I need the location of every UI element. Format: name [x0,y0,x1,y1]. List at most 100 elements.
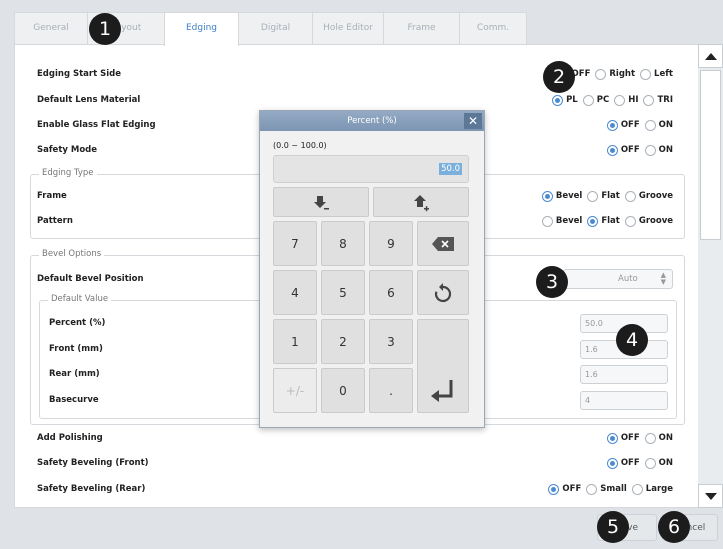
key-1[interactable]: 1 [273,319,317,364]
safety-mode-label: Safety Mode [37,145,98,155]
radio-icon [541,215,553,227]
scroll-down-button[interactable] [698,484,723,508]
radio-icon [595,68,607,80]
key-8[interactable]: 8 [321,221,365,266]
dialog-value-input[interactable]: 50.0 [273,155,469,183]
rear-field[interactable]: 1.6 [580,364,668,384]
arrow-down-minus-icon [314,196,329,210]
lens-material-pc[interactable]: PC [582,94,609,106]
safety-mode-on[interactable]: ON [644,144,673,156]
scroll-thumb[interactable] [700,70,721,240]
glass-flat-edging-label: Enable Glass Flat Edging [37,120,156,130]
arrow-up-icon [705,53,717,60]
rear-label: Rear (mm) [49,369,100,379]
safety-beveling-front-label: Safety Beveling (Front) [37,458,149,468]
radio-icon [548,483,560,495]
safety-beveling-front-off[interactable]: OFF [606,457,640,469]
key-3[interactable]: 3 [369,319,413,364]
glass-flat-edging-on[interactable]: ON [644,119,673,131]
radio-icon [586,483,598,495]
tab-comm-port[interactable]: Comm. Port [459,12,527,64]
front-label: Front (mm) [49,344,103,354]
tab-general[interactable]: General [14,12,88,45]
vertical-scrollbar[interactable] [698,44,723,508]
edging-start-side-row: Edging Start Side OFF Right Left [37,64,673,84]
basecurve-label: Basecurve [49,395,99,405]
radio-icon [614,94,626,106]
enter-button[interactable] [417,319,469,413]
increment-button[interactable] [373,187,469,217]
pattern-flat[interactable]: Flat [587,215,620,227]
key-4[interactable]: 4 [273,270,317,315]
marker-2: 2 [543,61,575,93]
frame-bevel[interactable]: Bevel [541,190,582,202]
percent-label: Percent (%) [49,318,106,328]
safety-beveling-rear-row: Safety Beveling (Rear) OFF Small Large [37,479,673,499]
key-6[interactable]: 6 [369,270,413,315]
scroll-up-button[interactable] [698,44,723,68]
backspace-button[interactable] [417,221,469,266]
default-lens-material-row: Default Lens Material PL PC HI TRI [37,90,673,110]
default-lens-material-label: Default Lens Material [37,95,141,105]
arrow-up-plus-icon [414,195,429,212]
marker-6: 6 [658,511,690,543]
key-0[interactable]: 0 [321,368,365,413]
default-bevel-position-label: Default Bevel Position [37,274,144,284]
dialog-value: 50.0 [439,163,462,175]
radio-icon [606,119,618,131]
edging-start-side-left[interactable]: Left [640,68,673,80]
safety-beveling-rear-small[interactable]: Small [586,483,627,495]
dialog-titlebar: Percent (%) ✕ [260,111,484,131]
marker-1: 1 [89,13,121,45]
close-icon[interactable]: ✕ [464,113,482,129]
updown-icon: ▲ ▼ [660,271,666,286]
pattern-bevel[interactable]: Bevel [541,215,582,227]
radio-icon [541,190,553,202]
lens-material-hi[interactable]: HI [614,94,638,106]
backspace-icon [432,237,454,251]
glass-flat-edging-off[interactable]: OFF [606,119,640,131]
key-2[interactable]: 2 [321,319,365,364]
tab-hole-editor[interactable]: Hole Editor [312,12,384,45]
radio-icon [552,94,564,106]
safety-mode-off[interactable]: OFF [606,144,640,156]
tab-frame-fitting[interactable]: Frame Fitting [383,12,460,64]
bevel-position-select[interactable]: Auto ▲ ▼ [563,269,673,289]
key-9[interactable]: 9 [369,221,413,266]
add-polishing-off[interactable]: OFF [606,432,640,444]
bevel-options-title: Bevel Options [39,249,105,259]
radio-icon [640,68,652,80]
default-value-title: Default Value [48,294,112,304]
radio-icon [606,457,618,469]
pattern-groove[interactable]: Groove [624,215,673,227]
tab-digital-pattern[interactable]: Digital Pattern [238,12,313,64]
safety-beveling-rear-large[interactable]: Large [631,483,673,495]
edging-type-title: Edging Type [39,168,97,178]
edging-start-side-right[interactable]: Right [595,68,635,80]
key-5[interactable]: 5 [321,270,365,315]
basecurve-field[interactable]: 4 [580,390,668,410]
reset-button[interactable] [417,270,469,315]
radio-icon [624,190,636,202]
safety-beveling-rear-off[interactable]: OFF [548,483,581,495]
dialog-title: Percent (%) [347,116,397,126]
tab-edging[interactable]: Edging [164,12,239,46]
sign-toggle-button[interactable]: +/- [273,368,317,413]
arrow-down-icon [705,493,717,500]
radio-icon [644,119,656,131]
add-polishing-on[interactable]: ON [644,432,673,444]
decimal-point-button[interactable]: . [369,368,413,413]
radio-icon [587,215,599,227]
lens-material-tri[interactable]: TRI [643,94,673,106]
radio-icon [587,190,599,202]
frame-groove[interactable]: Groove [624,190,673,202]
safety-beveling-front-on[interactable]: ON [644,457,673,469]
radio-icon [644,432,656,444]
key-7[interactable]: 7 [273,221,317,266]
decrement-button[interactable] [273,187,369,217]
safety-beveling-front-row: Safety Beveling (Front) OFF ON [37,453,673,473]
edging-start-side-label: Edging Start Side [37,69,122,79]
frame-flat[interactable]: Flat [587,190,620,202]
lens-material-pl[interactable]: PL [552,94,578,106]
radio-icon [606,432,618,444]
